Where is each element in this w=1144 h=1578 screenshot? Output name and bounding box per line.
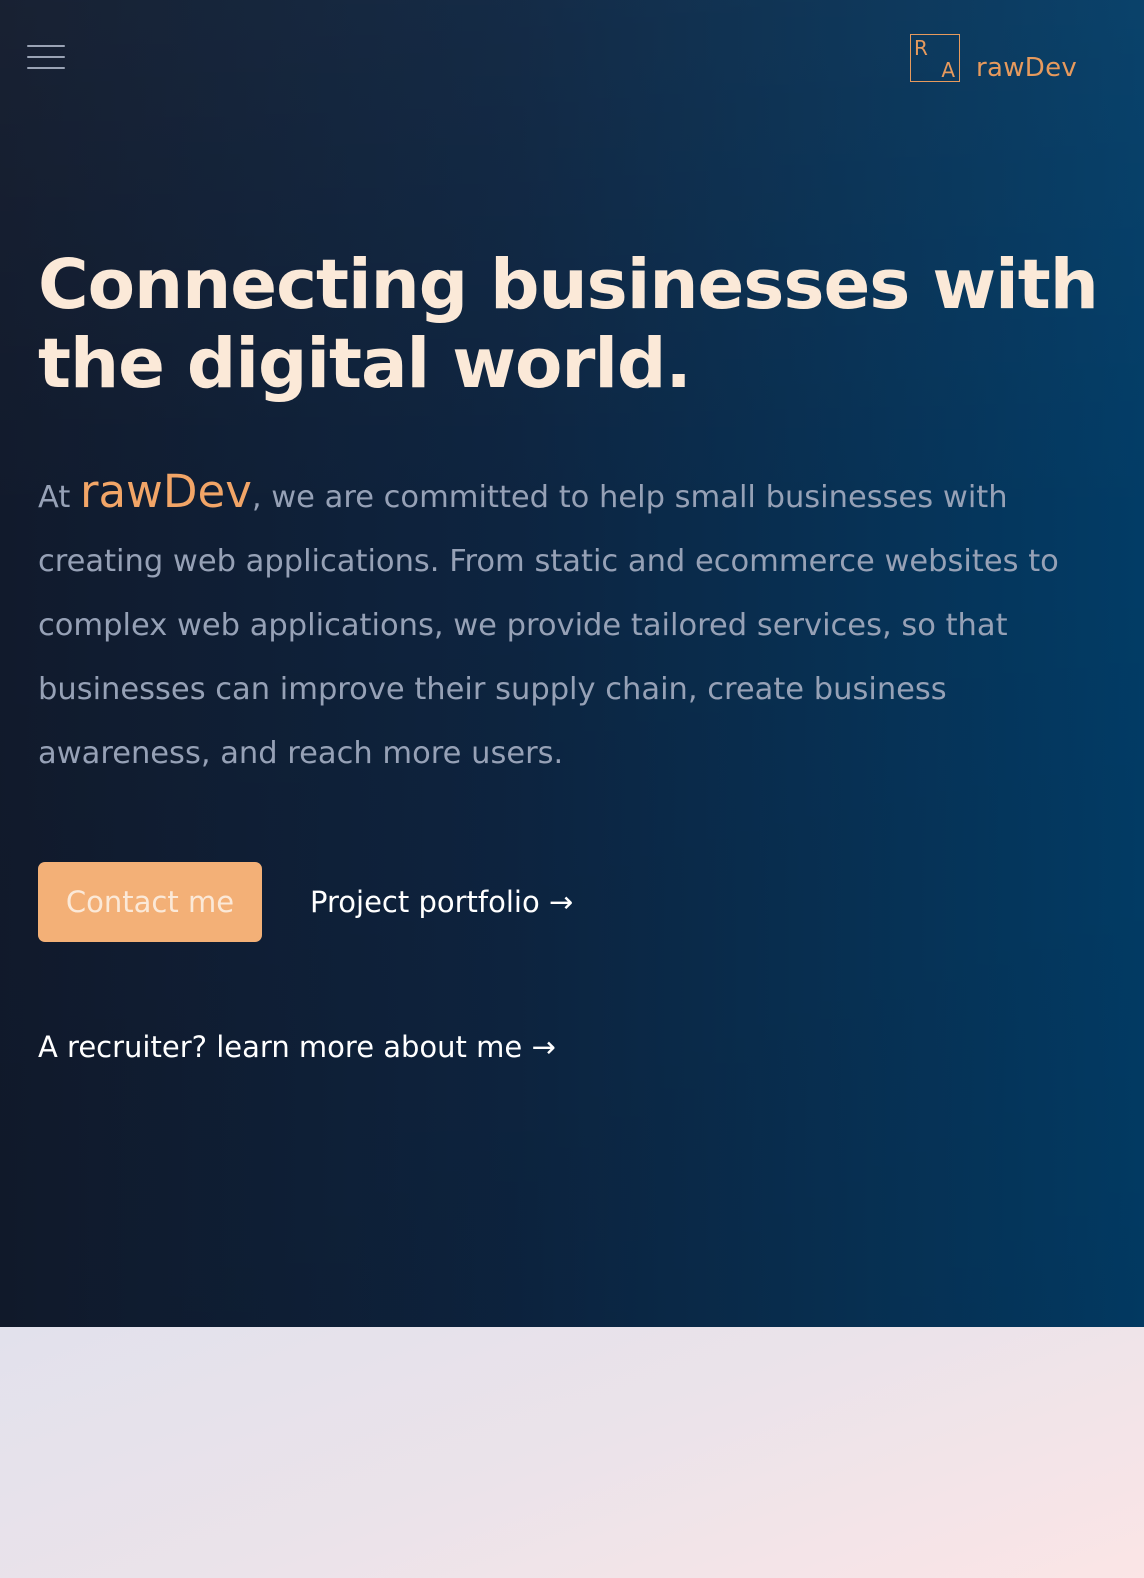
recruiter-about-link[interactable]: A recruiter? learn more about me → bbox=[38, 1030, 556, 1064]
hero-actions: Contact me Project portfolio → bbox=[38, 862, 573, 942]
hero-section: R A rawDev Connecting businesses with th… bbox=[0, 0, 1144, 1327]
menu-line bbox=[27, 67, 65, 69]
intro-paragraph: At rawDev, we are committed to help smal… bbox=[38, 460, 1098, 786]
intro-brand-name: rawDev bbox=[79, 465, 252, 518]
intro-body: , we are committed to help small busines… bbox=[38, 480, 1059, 771]
hamburger-menu-icon[interactable] bbox=[27, 40, 65, 74]
intro-prefix: At bbox=[38, 480, 80, 515]
page-headline: Connecting businesses with the digital w… bbox=[38, 245, 1099, 404]
brand-name: rawDev bbox=[976, 53, 1078, 83]
contact-me-button[interactable]: Contact me bbox=[38, 862, 262, 942]
logo-letter-r: R bbox=[914, 36, 928, 60]
logo-letter-a: A bbox=[941, 58, 955, 82]
project-portfolio-link[interactable]: Project portfolio → bbox=[310, 885, 573, 919]
menu-line bbox=[27, 56, 65, 58]
logo-mark: R A bbox=[910, 34, 960, 82]
menu-line bbox=[27, 45, 65, 47]
next-section-background bbox=[0, 1327, 1144, 1578]
brand-logo-link[interactable]: R A rawDev bbox=[910, 33, 1077, 83]
